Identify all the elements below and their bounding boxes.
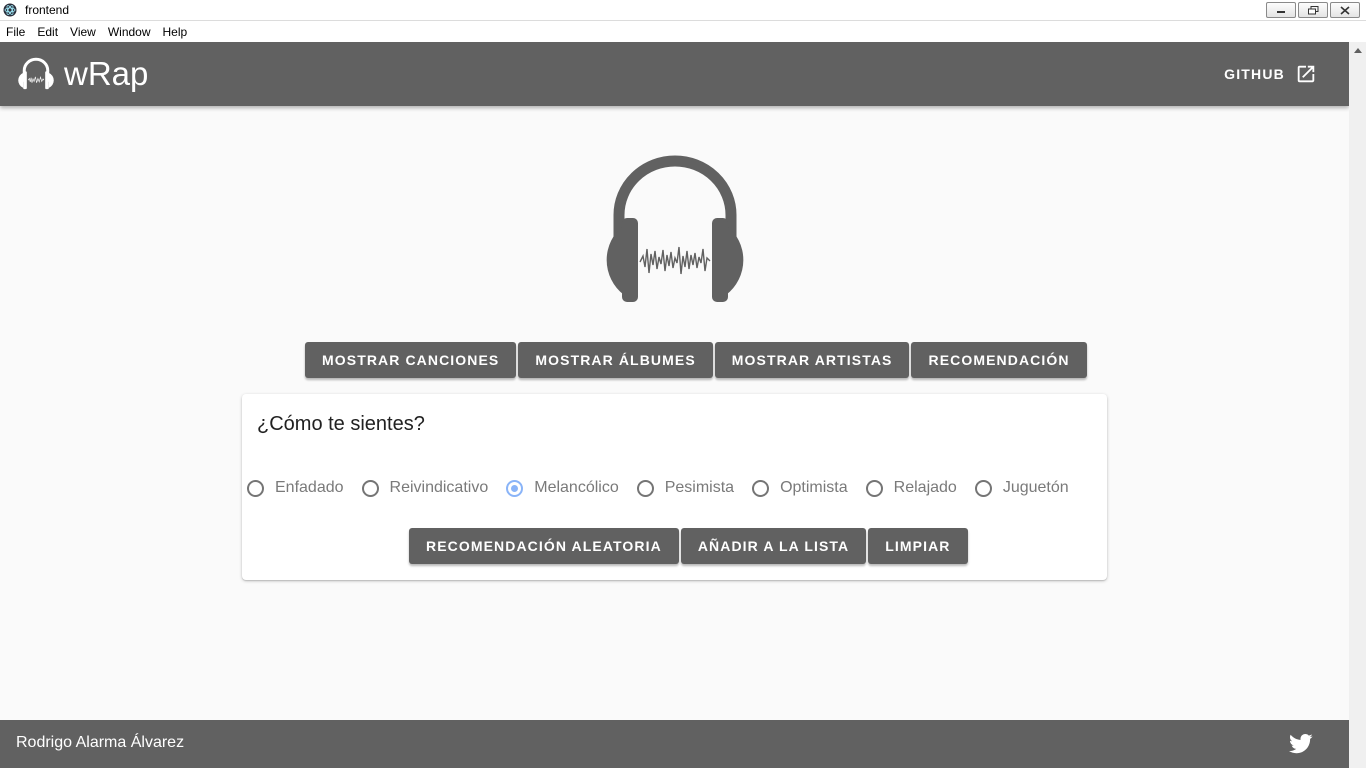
show-songs-button[interactable]: MOSTRAR CANCIONES [305,342,517,378]
mood-option-pesimista[interactable]: Pesimista [636,479,735,497]
menu-window[interactable]: Window [102,25,157,39]
random-recommendation-button[interactable]: RECOMENDACIÓN ALEATORIA [409,528,679,564]
mood-label: Relajado [893,479,957,496]
radio-pesimista[interactable] [636,479,654,497]
electron-app-icon [3,3,17,17]
scroll-up-arrow[interactable] [1349,42,1366,59]
hero-headphones-logo [606,155,744,302]
radio-optimista[interactable] [752,479,770,497]
radio-jugueton[interactable] [974,479,992,497]
add-to-list-button[interactable]: AÑADIR A LA LISTA [680,528,867,564]
mood-label: Pesimista [664,479,735,496]
mood-question: ¿Cómo te sientes? [257,413,425,435]
radio-reivindicativo[interactable] [361,479,379,497]
window-titlebar: frontend [0,0,1366,21]
window-controls [1266,2,1360,18]
menu-edit[interactable]: Edit [31,25,64,39]
show-albums-button[interactable]: MOSTRAR ÁLBUMES [518,342,713,378]
mood-radio-group: Enfadado Reivindicativo Melancólico Pesi… [247,479,1087,497]
restore-button[interactable] [1298,2,1328,18]
mood-option-jugueton[interactable]: Juguetón [974,479,1069,497]
app-bar: wRap GITHUB [0,42,1349,106]
mood-option-relajado[interactable]: Relajado [865,479,957,497]
headphones-icon [18,57,54,90]
menu-view[interactable]: View [64,25,102,39]
app-root: wRap GITHUB MOSTRAR CANCIONES MOSTRAR ÁL… [0,42,1349,768]
github-link[interactable]: GITHUB [1224,62,1317,86]
author-name: Rodrigo Alarma Álvarez [16,734,185,751]
show-artists-button[interactable]: MOSTRAR ARTISTAS [714,342,910,378]
mood-option-enfadado[interactable]: Enfadado [247,479,344,497]
mood-label: Juguetón [1002,479,1069,496]
minimize-icon [1277,11,1285,13]
mood-option-reivindicativo[interactable]: Reivindicativo [361,479,489,497]
mood-label: Optimista [780,479,848,496]
brand-title: wRap [64,55,149,92]
close-button[interactable] [1330,2,1360,18]
recommendation-button[interactable]: RECOMENDACIÓN [911,342,1087,378]
view-tabs: MOSTRAR CANCIONES MOSTRAR ÁLBUMES MOSTRA… [305,342,1087,378]
mood-option-melancolico[interactable]: Melancólico [506,479,619,497]
github-label: GITHUB [1224,66,1285,82]
mood-card: ¿Cómo te sientes? Enfadado Reivindicativ… [242,394,1107,580]
radio-enfadado[interactable] [247,479,264,497]
mood-label: Melancólico [534,479,619,496]
mood-label: Reivindicativo [389,479,489,496]
clear-button[interactable]: LIMPIAR [868,528,968,564]
mood-option-optimista[interactable]: Optimista [752,479,848,497]
menu-file[interactable]: File [0,25,31,39]
close-icon [1340,5,1350,15]
menu-help[interactable]: Help [157,25,194,39]
open-in-new-icon [1297,65,1315,83]
restore-icon [1307,5,1318,14]
radio-melancolico[interactable] [506,479,524,497]
minimize-button[interactable] [1266,2,1296,18]
window-title: frontend [25,3,70,17]
mood-actions: RECOMENDACIÓN ALEATORIA AÑADIR A LA LIST… [409,528,968,564]
caret-up-icon [1353,48,1362,53]
twitter-icon[interactable] [1289,734,1313,754]
mood-label: Enfadado [275,479,344,496]
app-footer: Rodrigo Alarma Álvarez [0,720,1349,768]
radio-relajado[interactable] [865,479,883,497]
menu-bar: File Edit View Window Help [0,21,1366,42]
vertical-scrollbar[interactable] [1349,42,1366,768]
